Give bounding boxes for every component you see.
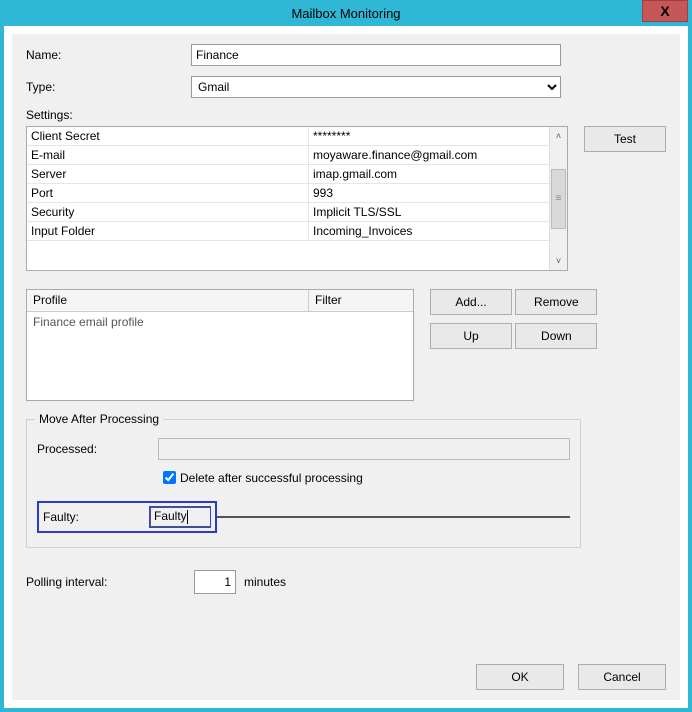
down-button[interactable]: Down (515, 323, 597, 349)
name-input[interactable] (191, 44, 561, 66)
titlebar: Mailbox Monitoring X (4, 0, 688, 26)
name-label: Name: (26, 48, 191, 62)
text-caret-icon (187, 510, 188, 524)
settings-row: Client Secret ******** (27, 127, 549, 146)
window-title: Mailbox Monitoring (291, 6, 400, 21)
profiles-header-filter[interactable]: Filter (309, 290, 413, 311)
scroll-down-icon[interactable]: ˅ (550, 252, 567, 270)
setting-value[interactable]: 993 (309, 184, 549, 202)
setting-value[interactable]: imap.gmail.com (309, 165, 549, 183)
faulty-input-extension[interactable] (217, 516, 570, 518)
processed-label: Processed: (37, 442, 158, 456)
setting-key: Input Folder (27, 222, 309, 240)
group-legend: Move After Processing (35, 412, 163, 426)
polling-label: Polling interval: (26, 575, 186, 589)
settings-row: Port 993 (27, 184, 549, 203)
move-after-processing-group: Move After Processing Processed: Delete … (26, 419, 581, 548)
close-icon: X (660, 3, 669, 19)
delete-label: Delete after successful processing (180, 471, 363, 485)
dialog-content: Name: Type: Gmail Settings: Client Secre… (12, 34, 680, 700)
profiles-grid: Profile Filter Finance email profile (26, 289, 414, 401)
settings-row: E-mail moyaware.finance@gmail.com (27, 146, 549, 165)
setting-value[interactable]: Implicit TLS/SSL (309, 203, 549, 221)
scroll-up-icon[interactable]: ˄ (550, 127, 567, 145)
ok-button[interactable]: OK (476, 664, 564, 690)
settings-label: Settings: (26, 108, 666, 122)
up-button[interactable]: Up (430, 323, 512, 349)
processed-input (158, 438, 570, 460)
type-label: Type: (26, 80, 191, 94)
cancel-button[interactable]: Cancel (578, 664, 666, 690)
polling-unit: minutes (244, 575, 286, 589)
setting-key: Port (27, 184, 309, 202)
settings-row: Security Implicit TLS/SSL (27, 203, 549, 222)
setting-key: Security (27, 203, 309, 221)
profile-name: Finance email profile (27, 315, 309, 329)
delete-checkbox[interactable] (163, 471, 176, 484)
type-select[interactable]: Gmail (191, 76, 561, 98)
faulty-highlight: Faulty: Faulty (37, 501, 217, 533)
setting-key: Client Secret (27, 127, 309, 145)
setting-key: Server (27, 165, 309, 183)
setting-value[interactable]: ******** (309, 127, 549, 145)
settings-row: Input Folder Incoming_Invoices (27, 222, 549, 241)
add-button[interactable]: Add... (430, 289, 512, 315)
faulty-label: Faulty: (43, 510, 149, 524)
settings-row: Server imap.gmail.com (27, 165, 549, 184)
setting-key: E-mail (27, 146, 309, 164)
faulty-input[interactable]: Faulty (150, 507, 210, 527)
settings-grid: Client Secret ******** E-mail moyaware.f… (26, 126, 568, 271)
settings-scrollbar[interactable]: ˄ ≡ ˅ (549, 127, 567, 270)
close-button[interactable]: X (642, 0, 688, 22)
polling-input[interactable] (194, 570, 236, 594)
profiles-header-profile[interactable]: Profile (27, 290, 309, 311)
setting-value[interactable]: Incoming_Invoices (309, 222, 549, 240)
remove-button[interactable]: Remove (515, 289, 597, 315)
test-button[interactable]: Test (584, 126, 666, 152)
dialog-window: Mailbox Monitoring X Name: Type: Gmail S… (0, 0, 692, 712)
scroll-thumb[interactable]: ≡ (551, 169, 566, 229)
profile-row[interactable]: Finance email profile (27, 312, 413, 332)
setting-value[interactable]: moyaware.finance@gmail.com (309, 146, 549, 164)
